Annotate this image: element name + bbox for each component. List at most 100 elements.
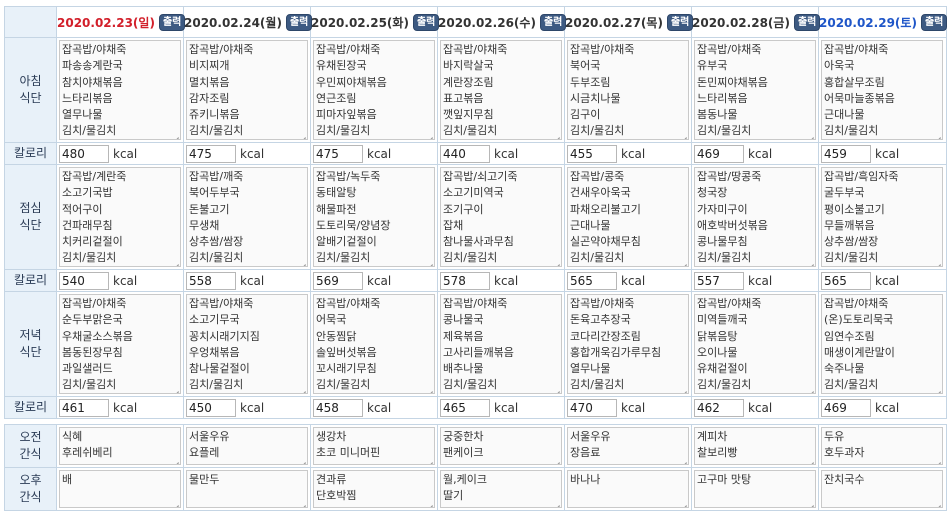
print-button[interactable]: 출력 <box>285 13 313 31</box>
breakfast-textarea[interactable]: 잡곡밥/야채죽 비지찌개 멸치볶음 감자조림 쥬키니볶음 김치/물김치 <box>186 40 308 140</box>
resize-grip-icon[interactable] <box>298 455 306 463</box>
resize-grip-icon[interactable] <box>425 384 433 392</box>
lunch-textarea[interactable]: 잡곡밥/깨죽 북어두부국 돈불고기 무생채 상추쌈/쌈장 김치/물김치 <box>186 167 308 267</box>
lunch-textarea[interactable]: 잡곡밥/흑임자죽 굴두부국 평이소불고기 무들깨볶음 상추쌈/쌈장 김치/물김치 <box>821 167 943 267</box>
resize-grip-icon[interactable] <box>806 130 814 138</box>
pm_snack-textarea[interactable]: 고구마 맛탕 <box>694 470 816 508</box>
calorie-input[interactable]: 455 <box>567 144 617 163</box>
calorie-input[interactable]: 458 <box>313 398 363 417</box>
dinner-textarea[interactable]: 잡곡밥/야채죽 (온)도토리묵국 임연수조림 매생이계란말이 숙주나물 김치/물… <box>821 294 943 394</box>
resize-grip-icon[interactable] <box>679 257 687 265</box>
resize-grip-icon[interactable] <box>425 257 433 265</box>
breakfast-textarea[interactable]: 잡곡밥/야채죽 파송송계란국 참치야채볶음 느타리볶음 열무나물 김치/물김치 <box>59 40 181 140</box>
calorie-input[interactable]: 450 <box>186 398 236 417</box>
am_snack-textarea[interactable]: 계피차 찰보리빵 <box>694 427 816 465</box>
lunch-textarea[interactable]: 잡곡밥/쇠고기죽 소고기미역국 조기구이 잡채 참나물사과무침 김치/물김치 <box>440 167 562 267</box>
resize-grip-icon[interactable] <box>679 498 687 506</box>
resize-grip-icon[interactable] <box>806 455 814 463</box>
calorie-input[interactable]: 540 <box>59 271 109 290</box>
print-button[interactable]: 출력 <box>539 13 567 31</box>
resize-grip-icon[interactable] <box>171 257 179 265</box>
print-button[interactable]: 출력 <box>920 13 948 31</box>
calorie-input[interactable]: 475 <box>186 144 236 163</box>
calorie-input[interactable]: 569 <box>313 271 363 290</box>
calorie-input[interactable]: 459 <box>821 144 871 163</box>
corner-cell <box>4 6 57 38</box>
resize-grip-icon[interactable] <box>933 257 941 265</box>
resize-grip-icon[interactable] <box>171 498 179 506</box>
resize-grip-icon[interactable] <box>171 130 179 138</box>
resize-grip-icon[interactable] <box>425 455 433 463</box>
pm_snack-textarea[interactable]: 배 <box>59 470 181 508</box>
am_snack-textarea[interactable]: 두유 호두과자 <box>821 427 943 465</box>
resize-grip-icon[interactable] <box>552 130 560 138</box>
print-button[interactable]: 출력 <box>793 13 821 31</box>
print-button[interactable]: 출력 <box>158 13 186 31</box>
print-button[interactable]: 출력 <box>666 13 694 31</box>
resize-grip-icon[interactable] <box>552 455 560 463</box>
lunch-textarea[interactable]: 잡곡밥/녹두죽 동태알탕 해물파전 도토리묵/양념장 알배기겉절이 김치/물김치 <box>313 167 435 267</box>
resize-grip-icon[interactable] <box>806 257 814 265</box>
resize-grip-icon[interactable] <box>933 455 941 463</box>
lunch-textarea[interactable]: 잡곡밥/콩죽 건새우아욱국 파채오리불고기 근대나물 실곤약야채무침 김치/물김… <box>567 167 689 267</box>
dinner-textarea[interactable]: 잡곡밥/야채죽 어묵국 안동찜닭 솔잎버섯볶음 꼬시래기무침 김치/물김치 <box>313 294 435 394</box>
calorie-input[interactable]: 475 <box>313 144 363 163</box>
dinner-textarea[interactable]: 잡곡밥/야채죽 미역들깨국 닭볶음탕 오이나물 유채겉절이 김치/물김치 <box>694 294 816 394</box>
calorie-input[interactable]: 470 <box>567 398 617 417</box>
calorie-input[interactable]: 558 <box>186 271 236 290</box>
calorie-input[interactable]: 480 <box>59 144 109 163</box>
resize-grip-icon[interactable] <box>933 384 941 392</box>
breakfast-textarea[interactable]: 잡곡밥/야채죽 유부국 돈민찌야채볶음 느타리볶음 봄동나물 김치/물김치 <box>694 40 816 140</box>
resize-grip-icon[interactable] <box>425 130 433 138</box>
breakfast-textarea[interactable]: 잡곡밥/야채죽 바지락살국 계란장조림 표고볶음 깻잎지무침 김치/물김치 <box>440 40 562 140</box>
lunch-textarea[interactable]: 잡곡밥/땅콩죽 청국장 가자미구이 애호박버섯볶음 콩나물무침 김치/물김치 <box>694 167 816 267</box>
calorie-input[interactable]: 578 <box>440 271 490 290</box>
resize-grip-icon[interactable] <box>298 257 306 265</box>
am_snack-cell: 서울우유 장음료 <box>564 424 692 468</box>
resize-grip-icon[interactable] <box>171 455 179 463</box>
resize-grip-icon[interactable] <box>679 130 687 138</box>
dinner-textarea[interactable]: 잡곡밥/야채죽 콩나물국 제육볶음 고사리들깨볶음 배추나물 김치/물김치 <box>440 294 562 394</box>
dinner-textarea[interactable]: 잡곡밥/야채죽 돈육고추장국 코다리간장조림 홍합개욱김가루무침 열무나물 김치… <box>567 294 689 394</box>
resize-grip-icon[interactable] <box>552 257 560 265</box>
calorie-input[interactable]: 462 <box>694 398 744 417</box>
print-button[interactable]: 출력 <box>412 13 440 31</box>
resize-grip-icon[interactable] <box>806 498 814 506</box>
calorie-input[interactable]: 565 <box>821 271 871 290</box>
resize-grip-icon[interactable] <box>552 384 560 392</box>
calorie-input[interactable]: 565 <box>567 271 617 290</box>
calorie-input[interactable]: 557 <box>694 271 744 290</box>
resize-grip-icon[interactable] <box>933 130 941 138</box>
resize-grip-icon[interactable] <box>298 384 306 392</box>
calorie-input[interactable]: 440 <box>440 144 490 163</box>
breakfast-textarea[interactable]: 잡곡밥/야채죽 아욱국 홍합살무조림 어묵마늘종볶음 근대나물 김치/물김치 <box>821 40 943 140</box>
calorie-input[interactable]: 469 <box>694 144 744 163</box>
am_snack-textarea[interactable]: 생강차 초코 미니머핀 <box>313 427 435 465</box>
lunch-textarea[interactable]: 잡곡밥/계란죽 소고기국밥 적어구이 건파래무침 치커리겉절이 김치/물김치 <box>59 167 181 267</box>
dinner-textarea[interactable]: 잡곡밥/야채죽 소고기무국 꽁치시래기지짐 우엉채볶음 참나물겉절이 김치/물김… <box>186 294 308 394</box>
pm_snack-textarea[interactable]: 물만두 <box>186 470 308 508</box>
am_snack-textarea[interactable]: 서울우유 요플레 <box>186 427 308 465</box>
resize-grip-icon[interactable] <box>806 384 814 392</box>
resize-grip-icon[interactable] <box>171 384 179 392</box>
resize-grip-icon[interactable] <box>298 130 306 138</box>
calorie-input[interactable]: 465 <box>440 398 490 417</box>
resize-grip-icon[interactable] <box>298 498 306 506</box>
calorie-input[interactable]: 469 <box>821 398 871 417</box>
pm_snack-textarea[interactable]: 잔치국수 <box>821 470 943 508</box>
breakfast-textarea[interactable]: 잡곡밥/야채죽 유채된장국 우민찌야채볶음 연근조림 피마자잎볶음 김치/물김치 <box>313 40 435 140</box>
resize-grip-icon[interactable] <box>679 384 687 392</box>
calorie-input[interactable]: 461 <box>59 398 109 417</box>
resize-grip-icon[interactable] <box>425 498 433 506</box>
am_snack-textarea[interactable]: 식혜 후레쉬베리 <box>59 427 181 465</box>
pm_snack-textarea[interactable]: 월,케이크 딸기 <box>440 470 562 508</box>
resize-grip-icon[interactable] <box>552 498 560 506</box>
resize-grip-icon[interactable] <box>933 498 941 506</box>
dinner-textarea[interactable]: 잡곡밥/야채죽 순두부맑은국 우채굴소스볶음 봄동된장무침 과일샐러드 김치/물… <box>59 294 181 394</box>
pm_snack-textarea[interactable]: 바나나 <box>567 470 689 508</box>
am_snack-textarea[interactable]: 궁중한차 팬케이크 <box>440 427 562 465</box>
pm_snack-textarea[interactable]: 견과류 단호박찜 <box>313 470 435 508</box>
resize-grip-icon[interactable] <box>679 455 687 463</box>
am_snack-textarea[interactable]: 서울우유 장음료 <box>567 427 689 465</box>
breakfast-textarea[interactable]: 잡곡밥/야채죽 북어국 두부조림 시금치나물 김구이 김치/물김치 <box>567 40 689 140</box>
